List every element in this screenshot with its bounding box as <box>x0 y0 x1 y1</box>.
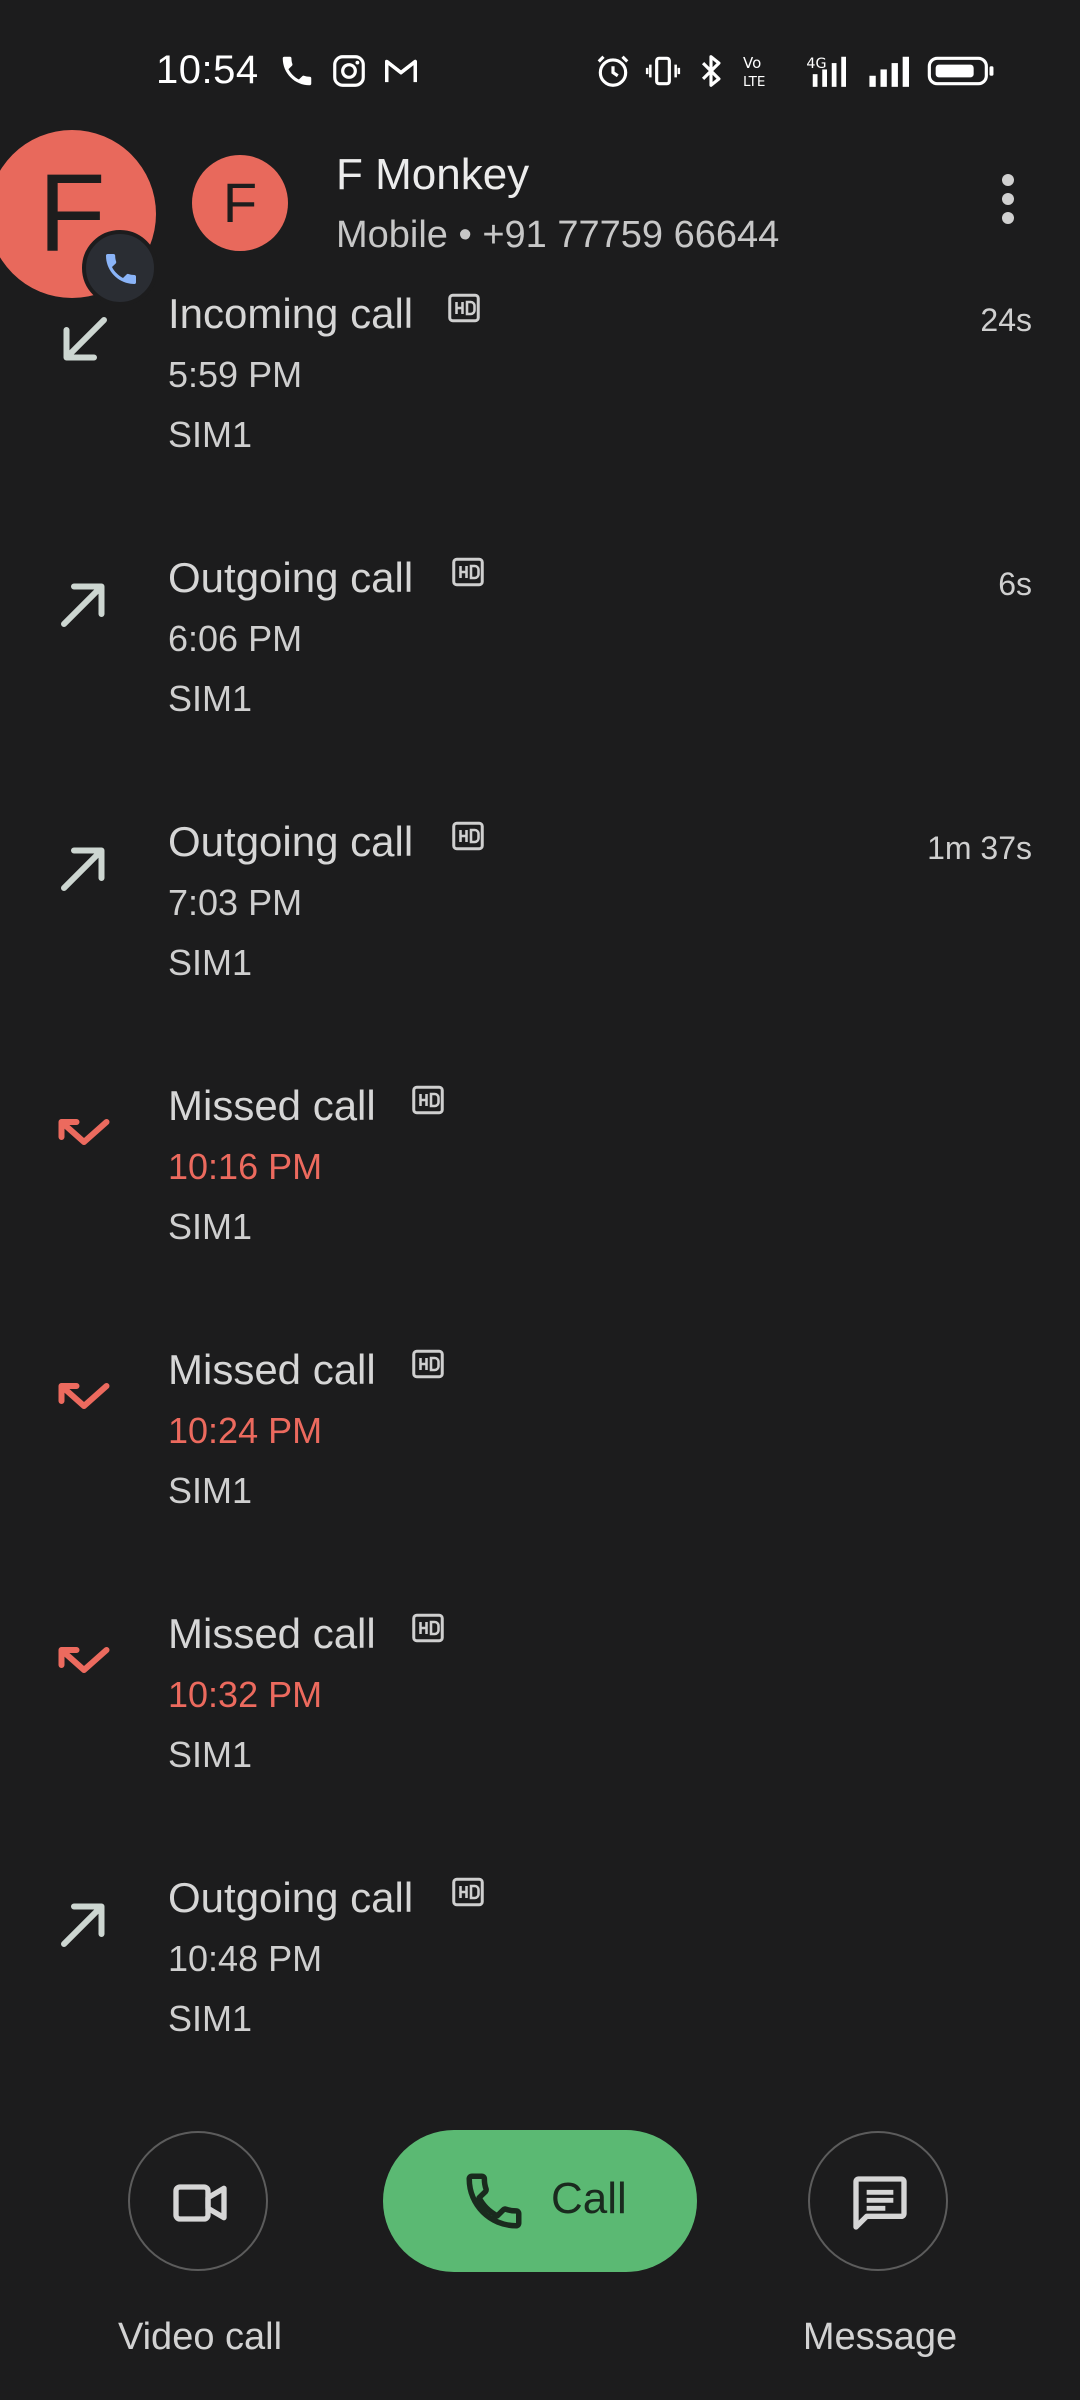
call-type: Missed call <box>168 1082 376 1129</box>
4g-signal-icon: 4G <box>800 52 854 90</box>
more-dot-icon <box>1002 193 1014 205</box>
battery-icon <box>926 52 996 90</box>
call-duration: 6s <box>998 566 1032 602</box>
call-sim: SIM1 <box>168 678 253 719</box>
video-camera-icon <box>173 2184 227 2222</box>
incoming-call-arrow-icon <box>54 310 114 370</box>
video-call-button[interactable] <box>128 2131 268 2271</box>
outgoing-call-arrow-icon <box>54 574 114 634</box>
call-sim: SIM1 <box>168 1206 253 1247</box>
call-time: 10:32 PM <box>168 1674 323 1715</box>
svg-text:LTE: LTE <box>743 74 765 90</box>
call-log-row[interactable]: Incoming call 5:59 PM SIM1 24s <box>0 280 1080 544</box>
svg-text:Vo: Vo <box>743 54 761 72</box>
call-sim: SIM1 <box>168 414 253 455</box>
phone-icon <box>466 2173 522 2229</box>
contact-number: Mobile • +91 77759 66644 <box>336 214 780 256</box>
call-time: 5:59 PM <box>168 354 303 395</box>
call-sim: SIM1 <box>168 1734 253 1775</box>
call-time: 10:24 PM <box>168 1410 323 1451</box>
call-log-row[interactable]: Outgoing call 7:03 PM SIM1 1m 37s <box>0 808 1080 1072</box>
call-type: Outgoing call <box>168 554 414 601</box>
more-dot-icon <box>1002 212 1014 224</box>
call-type: Incoming call <box>168 290 414 337</box>
call-sim: SIM1 <box>168 942 253 983</box>
missed-call-arrow-icon <box>54 1630 114 1690</box>
hd-voice-icon <box>410 1346 446 1382</box>
volte-icon: Vo LTE <box>740 52 782 90</box>
call-time: 6:06 PM <box>168 618 303 659</box>
hd-voice-icon <box>410 1082 446 1118</box>
call-time: 10:16 PM <box>168 1146 323 1187</box>
outgoing-call-arrow-icon <box>54 1894 114 1954</box>
call-duration: 24s <box>980 302 1032 338</box>
more-options-button[interactable] <box>978 168 1038 238</box>
call-duration: 1m 37s <box>927 830 1032 866</box>
phone-status-icon <box>278 52 316 90</box>
message-button[interactable] <box>808 2131 948 2271</box>
alarm-icon <box>594 52 632 90</box>
call-log-row[interactable]: Outgoing call 6:06 PM SIM1 6s <box>0 544 1080 808</box>
call-type: Outgoing call <box>168 818 414 865</box>
hd-voice-icon <box>450 818 486 854</box>
call-type: Outgoing call <box>168 1874 414 1921</box>
bluetooth-icon <box>692 52 730 90</box>
contact-name: F Monkey <box>336 150 530 199</box>
call-type: Missed call <box>168 1346 376 1393</box>
hd-voice-icon <box>450 554 486 590</box>
outgoing-call-arrow-icon <box>54 838 114 898</box>
call-button-label: Call <box>551 2174 627 2223</box>
gmail-icon <box>382 52 420 90</box>
instagram-icon <box>330 52 368 90</box>
call-log-row[interactable]: Missed call 10:32 PM SIM1 <box>0 1600 1080 1864</box>
call-sim: SIM1 <box>168 1470 253 1511</box>
contact-avatar: F <box>192 155 288 251</box>
call-log-row[interactable]: Missed call 10:24 PM SIM1 <box>0 1336 1080 1600</box>
vibrate-icon <box>644 52 682 90</box>
call-sim: SIM1 <box>168 1998 253 2039</box>
missed-call-arrow-icon <box>54 1102 114 1162</box>
message-label: Message <box>802 2316 958 2358</box>
hd-voice-icon <box>446 290 482 326</box>
call-time: 7:03 PM <box>168 882 303 923</box>
status-time: 10:54 <box>156 48 259 92</box>
message-icon <box>853 2176 907 2230</box>
call-time: 10:48 PM <box>168 1938 323 1979</box>
signal-icon <box>866 52 914 90</box>
call-log-row[interactable]: Outgoing call 10:48 PM SIM1 <box>0 1864 1080 2128</box>
call-log-row[interactable]: Missed call 10:16 PM SIM1 <box>0 1072 1080 1336</box>
video-call-label: Video call <box>117 2316 283 2358</box>
call-button[interactable]: Call <box>383 2130 697 2272</box>
hd-voice-icon <box>410 1610 446 1646</box>
hd-voice-icon <box>450 1874 486 1910</box>
missed-call-arrow-icon <box>54 1366 114 1426</box>
more-dot-icon <box>1002 174 1014 186</box>
call-type: Missed call <box>168 1610 376 1657</box>
status-bar: 10:54 Vo LTE 4G <box>0 0 1080 140</box>
